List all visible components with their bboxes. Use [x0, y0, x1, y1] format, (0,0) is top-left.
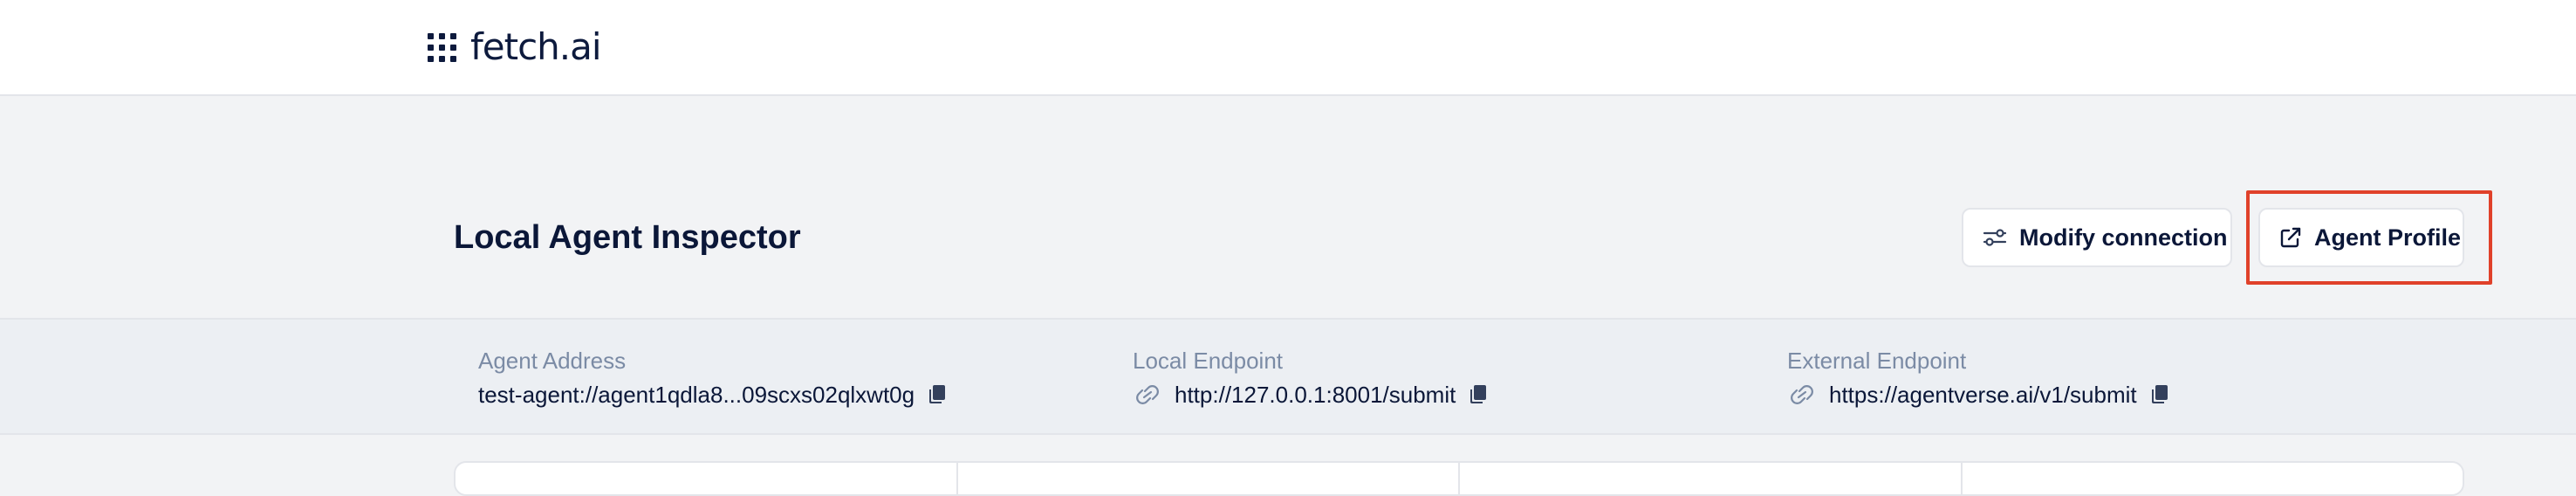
grid-dots-icon [428, 32, 456, 62]
page-title: Local Agent Inspector [454, 219, 801, 256]
stats-cell [1963, 463, 2463, 494]
copy-icon[interactable] [1468, 384, 1487, 405]
link-icon [1133, 384, 1162, 405]
external-endpoint-value: https://agentverse.ai/v1/submit [1829, 382, 2137, 408]
stats-cell [1460, 463, 1963, 494]
stats-cell [958, 463, 1460, 494]
copy-icon[interactable] [2149, 384, 2168, 405]
agent-address-value: test-agent://agent1qdla8...09scxs02qlxwt… [478, 382, 915, 408]
stats-cell [456, 463, 958, 494]
agent-address-label: Agent Address [478, 348, 627, 374]
top-navigation-bar: fetch.ai [0, 0, 2576, 96]
local-endpoint-value: http://127.0.0.1:8001/submit [1175, 382, 1456, 408]
copy-icon[interactable] [927, 384, 946, 405]
agent-address-section: Agent Address test-agent://agent1qdla8..… [478, 348, 946, 409]
fetch-ai-logo[interactable]: fetch.ai [428, 23, 602, 72]
sliders-icon [1983, 227, 2007, 248]
local-endpoint-label: Local Endpoint [1133, 348, 1284, 374]
link-icon [1787, 384, 1817, 405]
local-endpoint-section: Local Endpoint http://127.0.0.1:8001/sub… [1133, 348, 1487, 409]
agent-profile-button[interactable]: Agent Profile [2258, 208, 2464, 267]
modify-connection-label: Modify connection [2019, 224, 2228, 251]
agent-profile-label: Agent Profile [2314, 224, 2462, 251]
stats-panel [454, 461, 2464, 496]
modify-connection-button[interactable]: Modify connection [1962, 208, 2232, 267]
external-link-icon [2279, 226, 2302, 249]
external-endpoint-section: External Endpoint https://agentverse.ai/… [1787, 348, 2168, 409]
brand-name: fetch.ai [470, 25, 602, 68]
external-endpoint-label: External Endpoint [1787, 348, 1967, 374]
